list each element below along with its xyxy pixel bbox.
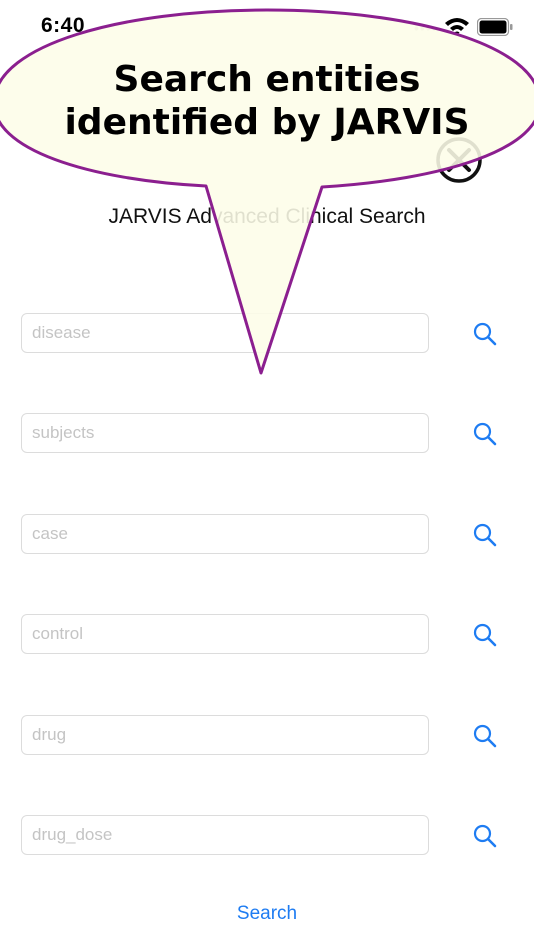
status-time: 6:40 bbox=[41, 14, 86, 37]
page-title: JARVIS Advanced Clinical Search bbox=[108, 205, 426, 228]
search-button[interactable]: Search bbox=[0, 903, 534, 925]
disease-row bbox=[21, 313, 511, 355]
drug-row bbox=[21, 715, 511, 757]
drug-input[interactable] bbox=[21, 715, 429, 755]
search-icon[interactable] bbox=[472, 723, 498, 749]
wifi-icon bbox=[445, 18, 469, 35]
search-icon[interactable] bbox=[472, 622, 498, 648]
search-icon[interactable] bbox=[472, 421, 498, 447]
battery-icon bbox=[477, 18, 513, 36]
drug-dose-input[interactable] bbox=[21, 815, 429, 855]
search-icon[interactable] bbox=[472, 522, 498, 548]
tooltip-line-1: Search entities bbox=[113, 59, 421, 100]
tooltip-text: Search entities identified by JARVIS bbox=[0, 58, 534, 144]
search-icon[interactable] bbox=[472, 823, 498, 849]
close-button[interactable] bbox=[432, 134, 492, 186]
case-input[interactable] bbox=[21, 514, 429, 554]
drug-dose-row bbox=[21, 815, 511, 857]
subjects-row bbox=[21, 413, 511, 455]
close-icon bbox=[436, 137, 482, 183]
control-input[interactable] bbox=[21, 614, 429, 654]
case-row bbox=[21, 514, 511, 556]
signal-dots: •••• bbox=[414, 20, 438, 36]
control-row bbox=[21, 614, 511, 656]
disease-input[interactable] bbox=[21, 313, 429, 353]
status-bar: 6:40 •••• bbox=[0, 0, 534, 50]
app-screen: 6:40 •••• JARVIS Advanced Clinical Searc… bbox=[0, 0, 534, 950]
subjects-input[interactable] bbox=[21, 413, 429, 453]
search-icon[interactable] bbox=[472, 321, 498, 347]
